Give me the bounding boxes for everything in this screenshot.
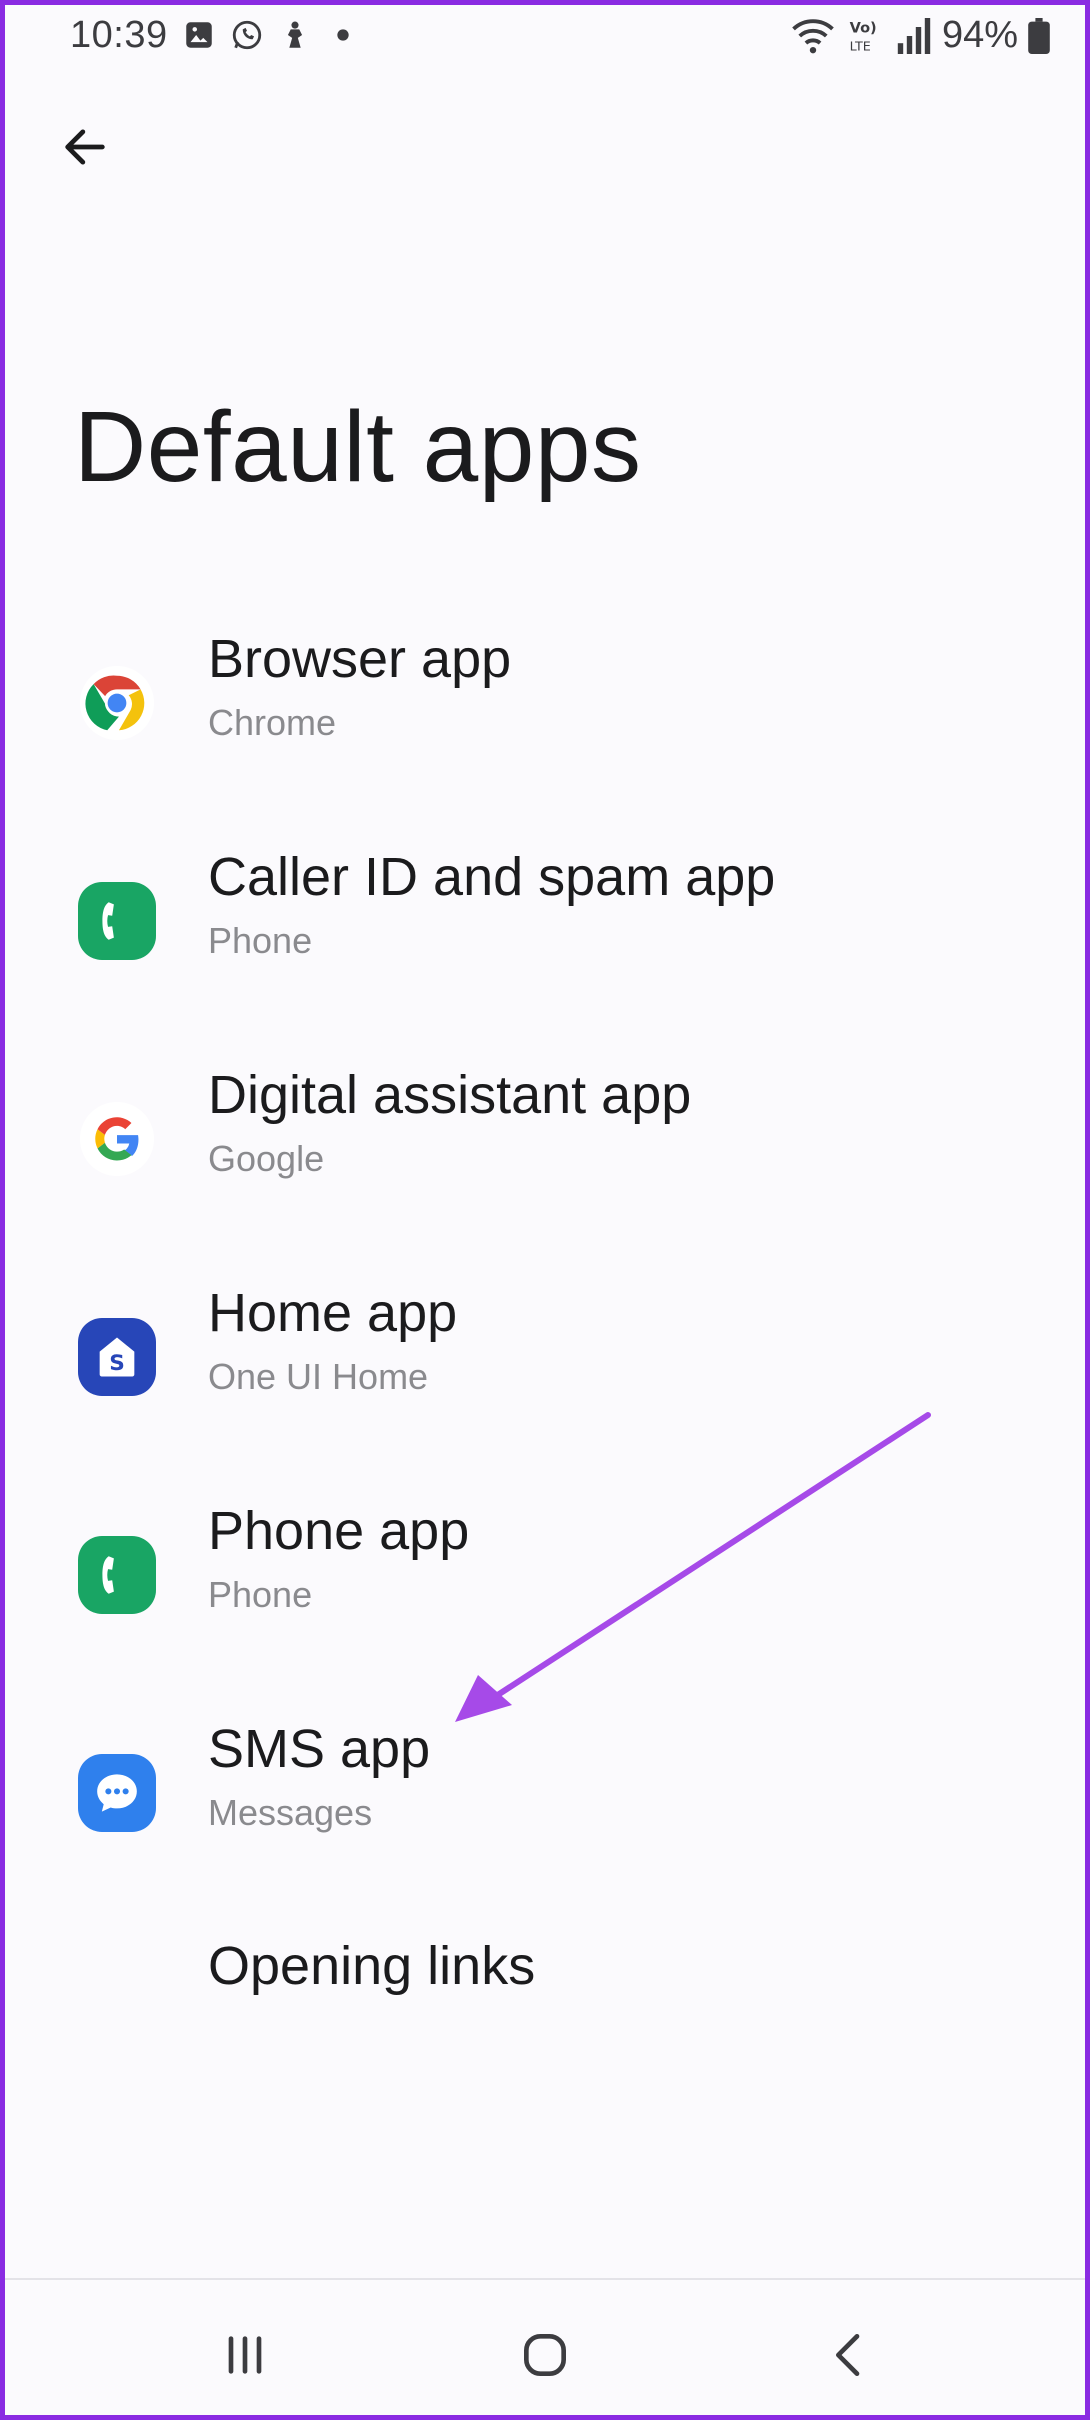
battery-icon: [1028, 17, 1050, 54]
svg-text:S: S: [109, 1351, 125, 1376]
google-icon: [78, 1100, 156, 1178]
list-item-phone-app[interactable]: Phone app Phone: [0, 1472, 1090, 1690]
person-icon: [287, 21, 303, 48]
item-subtitle: Phone: [208, 1574, 313, 1615]
one-ui-home-icon: S: [78, 1318, 156, 1396]
item-title: Digital assistant app: [208, 1065, 692, 1125]
home-button[interactable]: [505, 2320, 585, 2390]
svg-text:Vo): Vo): [850, 20, 877, 36]
back-arrow-icon: [65, 129, 105, 165]
item-subtitle: Phone: [208, 920, 313, 961]
item-title: SMS app: [208, 1719, 431, 1779]
item-subtitle: Google: [208, 1138, 325, 1179]
back-button[interactable]: [50, 112, 120, 182]
wifi-icon: [792, 18, 834, 53]
opening-links-title: Opening links: [208, 1936, 536, 1996]
default-apps-list: Browser app Chrome Caller ID and spam ap…: [0, 600, 1090, 1908]
list-item-sms-app[interactable]: SMS app Messages: [0, 1690, 1090, 1908]
status-time: 10:39: [70, 14, 168, 56]
list-item-home-app[interactable]: S Home app One UI Home: [0, 1254, 1090, 1472]
opening-links-item[interactable]: Opening links: [0, 1900, 1090, 2030]
status-notification-icons: [182, 18, 360, 52]
messages-icon: [78, 1754, 156, 1832]
item-subtitle: Chrome: [208, 702, 337, 743]
list-item-caller-id-app[interactable]: Caller ID and spam app Phone: [0, 818, 1090, 1036]
phone-app-icon: [78, 1536, 156, 1614]
back-icon: [836, 2334, 860, 2376]
page-title: Default apps: [74, 391, 642, 503]
item-subtitle: One UI Home: [208, 1356, 429, 1397]
recents-icon: [228, 2336, 262, 2374]
volte-icon: Vo) LTE: [850, 20, 877, 53]
svg-text:LTE: LTE: [850, 38, 871, 53]
navigation-bar: [0, 2278, 1090, 2420]
status-system-icons: Vo) LTE 94%: [790, 14, 1050, 57]
list-item-browser-app[interactable]: Browser app Chrome: [0, 600, 1090, 818]
whatsapp-icon: [232, 20, 262, 50]
item-title: Caller ID and spam app: [208, 847, 776, 907]
status-bar: 10:39 Vo) LTE 94%: [0, 0, 1090, 70]
phone-app-icon: [78, 882, 156, 960]
gallery-icon: [186, 22, 212, 48]
battery-percent: 94%: [941, 14, 1018, 56]
list-item-digital-assistant-app[interactable]: Digital assistant app Google: [0, 1036, 1090, 1254]
item-subtitle: Messages: [208, 1792, 373, 1833]
chrome-icon: [78, 664, 156, 742]
signal-icon: [897, 17, 931, 54]
dot-icon: [337, 29, 349, 41]
system-back-button[interactable]: [810, 2320, 890, 2390]
home-icon: [524, 2334, 566, 2376]
item-title: Browser app: [208, 629, 512, 689]
recents-button[interactable]: [205, 2320, 285, 2390]
item-title: Home app: [208, 1283, 458, 1343]
item-title: Phone app: [208, 1501, 470, 1561]
